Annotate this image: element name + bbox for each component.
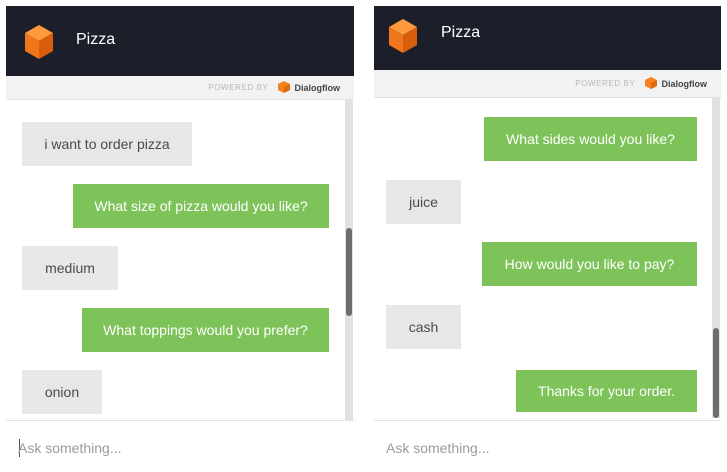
- chat-widget-right: Pizza POWERED BY Dialogflow What sides w…: [374, 0, 721, 472]
- scrollbar[interactable]: [712, 98, 720, 418]
- dialogflow-icon: [644, 77, 657, 89]
- orange-cube-icon: [25, 25, 53, 59]
- bot-message: How would you like to pay?: [482, 242, 697, 286]
- dialogflow-brand: Dialogflow: [661, 78, 708, 89]
- chat-widget-left: Pizza POWERED BY Dialogflow i want to or…: [6, 0, 354, 472]
- dialogflow-brand: Dialogflow: [294, 82, 341, 93]
- ask-input[interactable]: [386, 435, 706, 461]
- chat-header: Pizza: [374, 6, 721, 70]
- powered-by-bar: POWERED BY Dialogflow: [374, 70, 721, 98]
- chat-header: Pizza: [6, 6, 354, 76]
- bot-message: What sides would you like?: [484, 117, 697, 161]
- scrollbar[interactable]: [345, 100, 353, 420]
- powered-by-label: POWERED BY: [575, 79, 636, 88]
- powered-by-label: POWERED BY: [208, 83, 269, 92]
- user-message: cash: [386, 305, 461, 349]
- agent-title: Pizza: [76, 31, 116, 48]
- orange-cube-icon: [389, 19, 417, 53]
- message-list[interactable]: i want to order pizza What size of pizza…: [6, 100, 354, 420]
- scrollbar-thumb[interactable]: [346, 228, 352, 316]
- bot-message: Thanks for your order.: [516, 370, 697, 412]
- user-message: juice: [386, 180, 461, 224]
- bot-message: What size of pizza would you like?: [73, 184, 329, 228]
- agent-title: Pizza: [441, 24, 481, 41]
- input-bar: [374, 420, 721, 472]
- dialogflow-icon: [277, 81, 290, 93]
- bot-message: What toppings would you prefer?: [82, 308, 329, 352]
- user-message: i want to order pizza: [22, 122, 192, 166]
- user-message: onion: [22, 370, 102, 414]
- user-message: medium: [22, 246, 118, 290]
- ask-input[interactable]: [18, 435, 338, 461]
- message-list[interactable]: What sides would you like? juice How wou…: [374, 98, 721, 418]
- scrollbar-thumb[interactable]: [713, 328, 719, 418]
- powered-by-bar: POWERED BY Dialogflow: [6, 76, 354, 100]
- input-bar: [6, 420, 354, 472]
